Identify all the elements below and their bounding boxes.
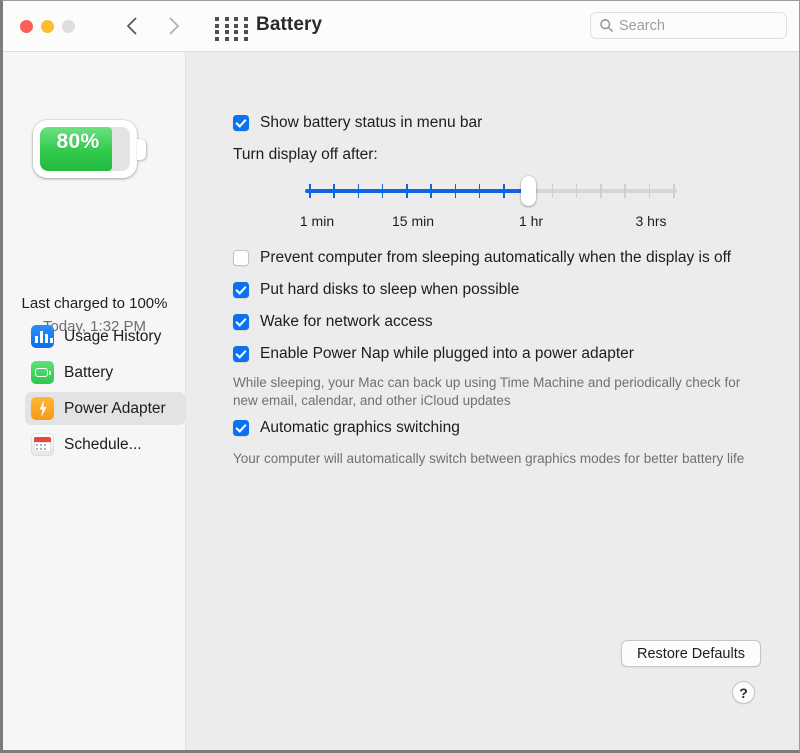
slider-tick xyxy=(381,184,384,198)
slider-tick xyxy=(357,184,360,198)
page-title: Battery xyxy=(256,14,323,35)
slider-tick xyxy=(673,184,675,198)
checkbox-box[interactable] xyxy=(233,346,249,362)
checkbox-power-nap[interactable]: Enable Power Nap while plugged into a po… xyxy=(233,345,634,363)
checkbox-label: Enable Power Nap while plugged into a po… xyxy=(260,345,634,362)
sidebar-item-label: Power Adapter xyxy=(64,399,166,417)
battery-body: 80% xyxy=(33,120,137,178)
power-adapter-icon xyxy=(31,397,54,420)
sidebar-item-label: Schedule... xyxy=(64,435,142,453)
sidebar-nav: Usage History Battery Power Adapter Sche… xyxy=(25,320,185,464)
main-panel: Show battery status in menu bar Turn dis… xyxy=(187,52,799,750)
slider-label-1hr: 1 hr xyxy=(518,213,544,229)
sidebar-item-battery[interactable]: Battery xyxy=(25,356,185,389)
chevron-right-icon xyxy=(169,17,179,35)
checkbox-show-battery-status[interactable]: Show battery status in menu bar xyxy=(233,114,482,132)
slider-tick xyxy=(454,184,457,198)
graphics-help-text: Your computer will automatically switch … xyxy=(233,451,745,466)
search-icon xyxy=(600,19,613,32)
checkbox-label: Put hard disks to sleep when possible xyxy=(260,281,520,298)
power-nap-help-text: While sleeping, your Mac can back up usi… xyxy=(233,375,741,408)
checkbox-label: Wake for network access xyxy=(260,313,433,330)
slider-tick xyxy=(406,184,408,198)
minimize-button[interactable] xyxy=(41,20,54,33)
sidebar-item-label: Battery xyxy=(64,363,114,381)
sidebar-item-power-adapter[interactable]: Power Adapter xyxy=(25,392,185,425)
slider-tick xyxy=(624,184,626,198)
checkbox-label: Automatic graphics switching xyxy=(260,419,460,436)
battery-status-graphic: 80% xyxy=(33,120,146,178)
sidebar-item-schedule[interactable]: Schedule... xyxy=(25,428,185,461)
back-button[interactable] xyxy=(118,12,146,40)
slider-tick xyxy=(478,184,481,198)
slider-tick xyxy=(430,184,432,198)
slider-label-15min: 15 min xyxy=(391,213,435,229)
checkbox-box[interactable] xyxy=(233,420,249,436)
forward-button[interactable] xyxy=(160,12,188,40)
battery-cap xyxy=(137,139,146,160)
checkbox-prevent-sleeping[interactable]: Prevent computer from sleeping automatic… xyxy=(233,249,731,267)
schedule-calendar-icon xyxy=(31,433,54,456)
checkbox-box[interactable] xyxy=(233,115,249,131)
sidebar: 80% Last charged to 100% Today, 1:32 PM … xyxy=(3,52,186,750)
checkbox-hard-disks-sleep[interactable]: Put hard disks to sleep when possible xyxy=(233,281,519,299)
sidebar-item-label: Usage History xyxy=(64,327,162,345)
display-sleep-slider[interactable]: 1 min 15 min 1 hr 3 hrs xyxy=(300,176,677,229)
zoom-button[interactable] xyxy=(62,20,75,33)
help-button[interactable]: ? xyxy=(732,681,755,704)
slider-thumb[interactable] xyxy=(520,176,536,206)
sidebar-item-usage-history[interactable]: Usage History xyxy=(25,320,185,353)
checkbox-wake-network-access[interactable]: Wake for network access xyxy=(233,313,433,331)
battery-percent-label: 80% xyxy=(56,130,100,153)
slider-label-3hrs: 3 hrs xyxy=(635,213,667,229)
close-button[interactable] xyxy=(20,20,33,33)
slider-tick xyxy=(309,184,311,198)
usage-history-icon xyxy=(31,325,54,348)
checkbox-automatic-graphics-switching[interactable]: Automatic graphics switching xyxy=(233,419,460,437)
battery-icon xyxy=(31,361,54,384)
show-all-grid-icon[interactable] xyxy=(215,17,251,41)
slider-tick xyxy=(575,184,578,198)
checkbox-label: Show battery status in menu bar xyxy=(260,114,483,131)
slider-label-min: 1 min xyxy=(299,213,335,229)
search-field[interactable] xyxy=(590,12,787,39)
search-input[interactable] xyxy=(619,17,779,34)
checkbox-box[interactable] xyxy=(233,250,249,266)
traffic-lights xyxy=(20,20,75,33)
last-charged-label: Last charged to 100% xyxy=(21,295,168,312)
chevron-left-icon xyxy=(127,17,137,35)
system-preferences-window: Battery 80% Last charged to 100% Today, … xyxy=(0,0,800,753)
slider-tick xyxy=(503,184,505,198)
checkbox-box[interactable] xyxy=(233,282,249,298)
slider-track-fill xyxy=(305,189,529,193)
slider-tick xyxy=(551,184,554,198)
slider-tick xyxy=(600,184,602,198)
checkbox-box[interactable] xyxy=(233,314,249,330)
slider-tick xyxy=(333,184,335,198)
restore-defaults-button[interactable]: Restore Defaults xyxy=(621,640,761,667)
checkbox-label: Prevent computer from sleeping automatic… xyxy=(260,249,731,266)
title-bar: Battery xyxy=(3,1,799,52)
turn-display-off-label: Turn display off after: xyxy=(233,146,378,163)
slider-tick xyxy=(648,184,651,198)
